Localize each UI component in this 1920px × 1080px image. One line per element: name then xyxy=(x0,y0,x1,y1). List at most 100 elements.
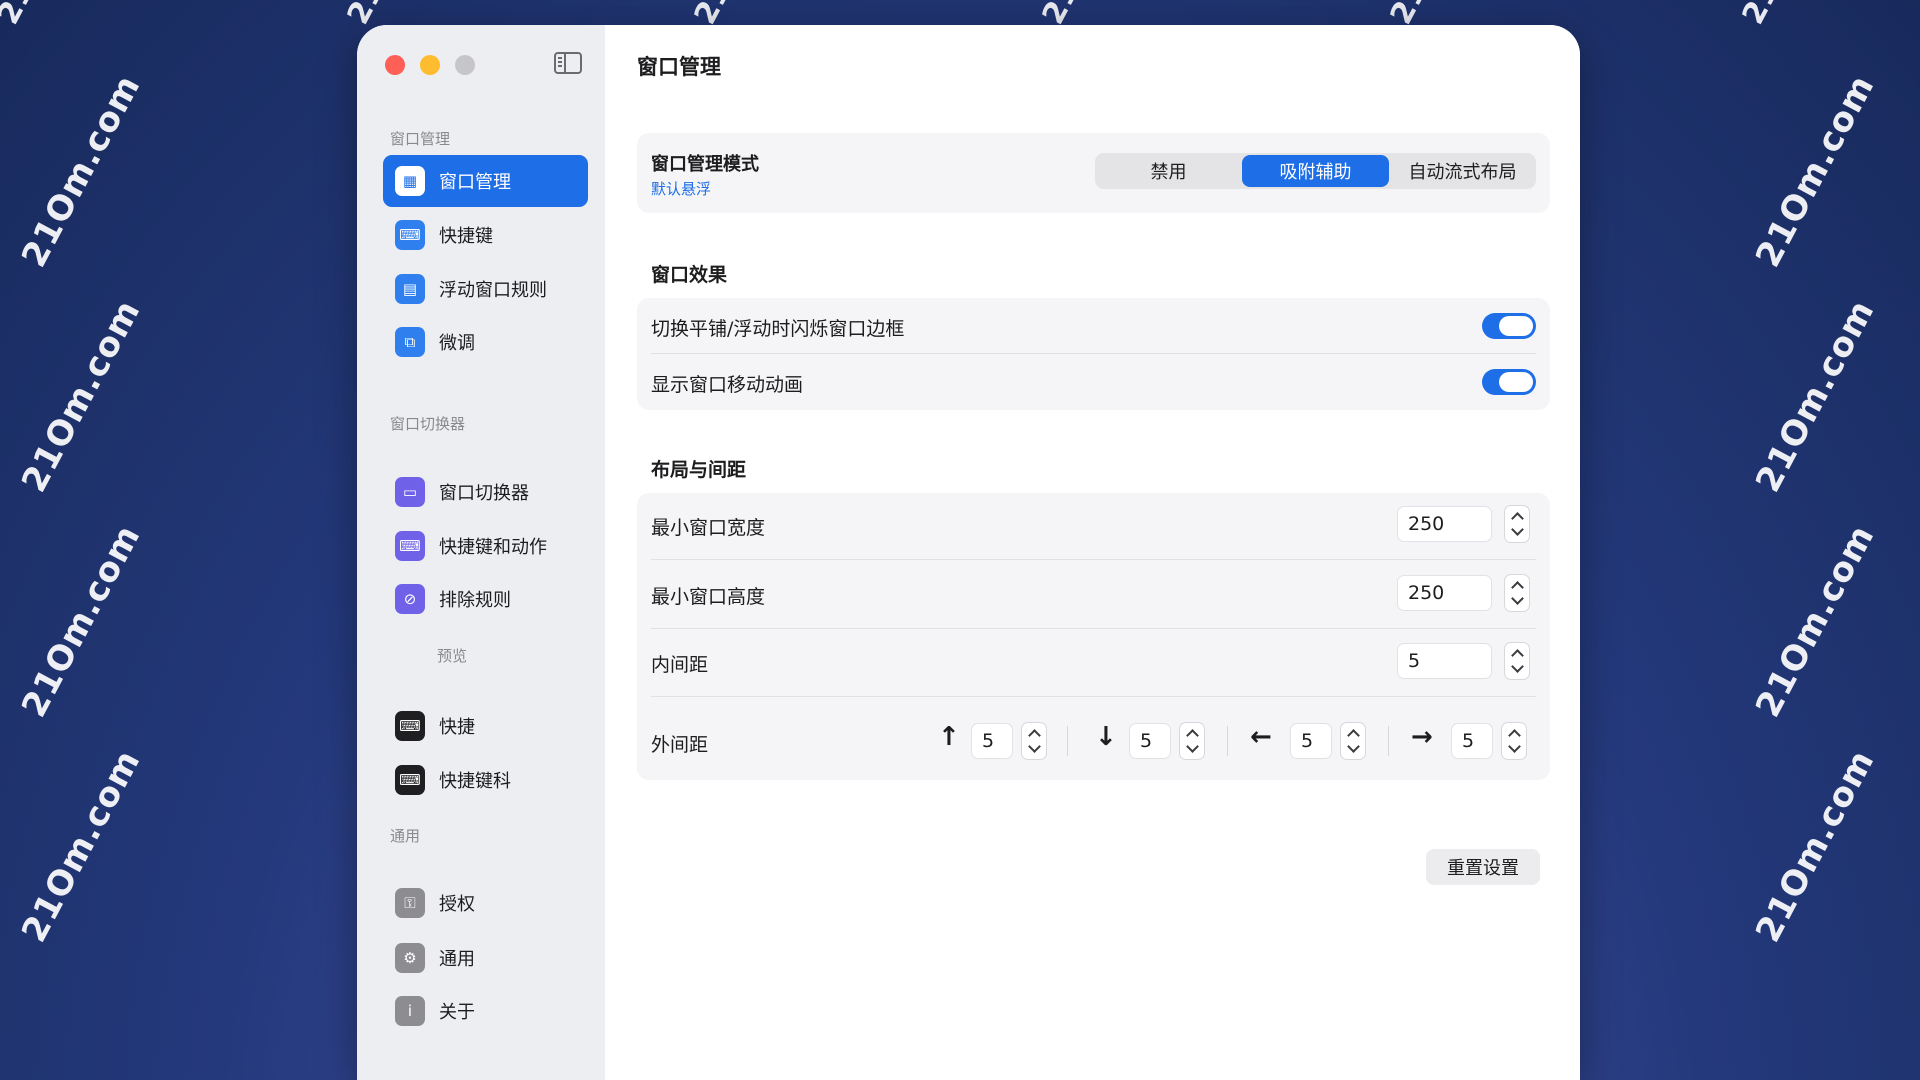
sidebar-item-label: 快捷键 xyxy=(439,226,493,247)
close-button[interactable] xyxy=(385,55,405,75)
divider xyxy=(1388,726,1389,756)
sidebar-item-label: 窗口切换器 xyxy=(439,483,529,504)
min-width-field[interactable]: 250 xyxy=(1397,506,1492,542)
outer-gap-up-field[interactable]: 5 xyxy=(971,723,1013,759)
effects-title: 窗口效果 xyxy=(651,264,728,286)
gear-icon: ⚙ xyxy=(395,943,425,973)
sidebar-item-label: 窗口管理 xyxy=(439,172,511,193)
outer-gap-up-stepper[interactable] xyxy=(1021,722,1047,760)
sidebar-item-label: 快捷键科 xyxy=(439,771,511,792)
arrow-down-icon: ↓ xyxy=(1095,722,1117,752)
sidebar-item-label: 授权 xyxy=(439,894,475,915)
watermark: 21Om.com xyxy=(1748,743,1883,949)
settings-window: 窗口管理 ▦ 窗口管理 ⌨ 快捷键 ▤ 浮动窗口规则 ⧉ 微调 窗口切换器 ▭ … xyxy=(357,25,1580,1080)
sidebar-item-preview-shortcut[interactable]: ⌨ 快捷 xyxy=(383,700,588,752)
min-height-label: 最小窗口高度 xyxy=(651,586,766,608)
mode-option-snap-assist[interactable]: 吸附辅助 xyxy=(1242,155,1389,187)
mode-label: 窗口管理模式 xyxy=(651,154,759,175)
divider xyxy=(651,628,1536,629)
reset-settings-button[interactable]: 重置设置 xyxy=(1426,849,1540,885)
inner-gap-label: 内间距 xyxy=(651,654,709,676)
sidebar-item-label: 快捷键和动作 xyxy=(439,537,547,558)
divider xyxy=(1227,726,1228,756)
zoom-button[interactable] xyxy=(455,55,475,75)
outer-gap-down-stepper[interactable] xyxy=(1179,722,1205,760)
exclude-icon: ⊘ xyxy=(395,584,425,614)
window-switcher-icon: ▭ xyxy=(395,477,425,507)
outer-gap-label: 外间距 xyxy=(651,734,709,756)
sidebar-item-label: 关于 xyxy=(439,1002,475,1023)
sidebar-item-fine-tune[interactable]: ⧉ 微调 xyxy=(383,316,588,368)
window-adjust-icon: ⧉ xyxy=(395,327,425,357)
watermark: 21Om.com xyxy=(1748,293,1883,499)
sidebar-item-label: 快捷 xyxy=(439,717,475,738)
layout-card: 最小窗口宽度 250 最小窗口高度 250 内间距 5 外间距 ↑ 5 ↓ 5 … xyxy=(637,493,1550,780)
mode-sublabel[interactable]: 默认悬浮 xyxy=(651,178,711,199)
watermark: 21Om.com xyxy=(14,743,149,949)
keyboard-icon: ⌨ xyxy=(395,531,425,561)
arrow-right-icon: → xyxy=(1411,722,1433,752)
min-width-label: 最小窗口宽度 xyxy=(651,517,766,539)
sidebar: 窗口管理 ▦ 窗口管理 ⌨ 快捷键 ▤ 浮动窗口规则 ⧉ 微调 窗口切换器 ▭ … xyxy=(357,25,606,1080)
effects-row-label: 切换平铺/浮动时闪烁窗口边框 xyxy=(651,318,905,340)
divider xyxy=(651,696,1536,697)
watermark: 21Om.com xyxy=(14,293,149,499)
main-content: 窗口管理 窗口管理模式 默认悬浮 禁用 吸附辅助 自动流式布局 窗口效果 切换平… xyxy=(605,25,1580,1080)
outer-gap-down-field[interactable]: 5 xyxy=(1129,723,1171,759)
sidebar-section-header: 通用 xyxy=(390,827,421,845)
page-title: 窗口管理 xyxy=(637,55,721,79)
sidebar-item-shortcuts[interactable]: ⌨ 快捷键 xyxy=(383,209,588,261)
document-icon: ▤ xyxy=(395,274,425,304)
sidebar-item-label: 浮动窗口规则 xyxy=(439,280,547,301)
watermark: 21Om.com xyxy=(14,518,149,724)
watermark: 21 xyxy=(0,0,42,31)
move-animation-toggle[interactable] xyxy=(1482,369,1536,395)
watermark: 21Om.com xyxy=(14,68,149,274)
sidebar-item-preview-shortcut-2[interactable]: ⌨ 快捷键科 xyxy=(383,754,588,806)
keyboard-icon: ⌨ xyxy=(395,765,425,795)
sidebar-section-header: 窗口管理 xyxy=(390,130,451,148)
outer-gap-right-stepper[interactable] xyxy=(1501,722,1527,760)
sidebar-item-label: 通用 xyxy=(439,949,475,970)
effects-card: 切换平铺/浮动时闪烁窗口边框 显示窗口移动动画 xyxy=(637,298,1550,410)
sidebar-item-about[interactable]: i 关于 xyxy=(383,985,588,1037)
keyboard-icon: ⌨ xyxy=(395,711,425,741)
min-width-stepper[interactable] xyxy=(1504,505,1530,543)
mode-card: 窗口管理模式 默认悬浮 禁用 吸附辅助 自动流式布局 xyxy=(637,133,1550,213)
sidebar-item-shortcuts-actions[interactable]: ⌨ 快捷键和动作 xyxy=(383,520,588,572)
sidebar-section-header: 窗口切换器 xyxy=(390,415,466,433)
key-icon: ⚿ xyxy=(395,888,425,918)
sidebar-item-general[interactable]: ⚙ 通用 xyxy=(383,932,588,984)
mode-option-auto-flow[interactable]: 自动流式布局 xyxy=(1389,153,1536,189)
min-height-stepper[interactable] xyxy=(1504,574,1530,612)
keyboard-icon: ⌨ xyxy=(395,220,425,250)
minimize-button[interactable] xyxy=(420,55,440,75)
sidebar-item-window-switcher[interactable]: ▭ 窗口切换器 xyxy=(383,466,588,518)
flash-border-toggle[interactable] xyxy=(1482,313,1536,339)
sidebar-item-window-management[interactable]: ▦ 窗口管理 xyxy=(383,155,588,207)
sidebar-item-license[interactable]: ⚿ 授权 xyxy=(383,877,588,929)
sidebar-item-exclude-rules[interactable]: ⊘ 排除规则 xyxy=(383,573,588,625)
outer-gap-left-stepper[interactable] xyxy=(1340,722,1366,760)
arrow-up-icon: ↑ xyxy=(938,722,960,752)
outer-gap-right-field[interactable]: 5 xyxy=(1451,723,1493,759)
watermark: 21Om.com xyxy=(1748,68,1883,274)
layout-title: 布局与间距 xyxy=(651,459,747,481)
sidebar-item-label: 排除规则 xyxy=(439,590,511,611)
sidebar-toggle-icon[interactable] xyxy=(554,52,582,74)
watermark: 21Om.com xyxy=(1748,518,1883,724)
watermark: 21 xyxy=(1735,0,1787,31)
effects-row-label: 显示窗口移动动画 xyxy=(651,374,804,396)
inner-gap-stepper[interactable] xyxy=(1504,642,1530,680)
sidebar-item-floating-rules[interactable]: ▤ 浮动窗口规则 xyxy=(383,263,588,315)
divider xyxy=(651,353,1536,354)
sidebar-section-header: 预览 xyxy=(437,647,468,665)
outer-gap-left-field[interactable]: 5 xyxy=(1290,723,1332,759)
inner-gap-field[interactable]: 5 xyxy=(1397,643,1492,679)
window-grid-icon: ▦ xyxy=(395,166,425,196)
sidebar-item-label: 微调 xyxy=(439,333,475,354)
min-height-field[interactable]: 250 xyxy=(1397,575,1492,611)
mode-segmented-control: 禁用 吸附辅助 自动流式布局 xyxy=(1095,153,1536,189)
mode-option-disabled[interactable]: 禁用 xyxy=(1095,153,1242,189)
divider xyxy=(1067,726,1068,756)
